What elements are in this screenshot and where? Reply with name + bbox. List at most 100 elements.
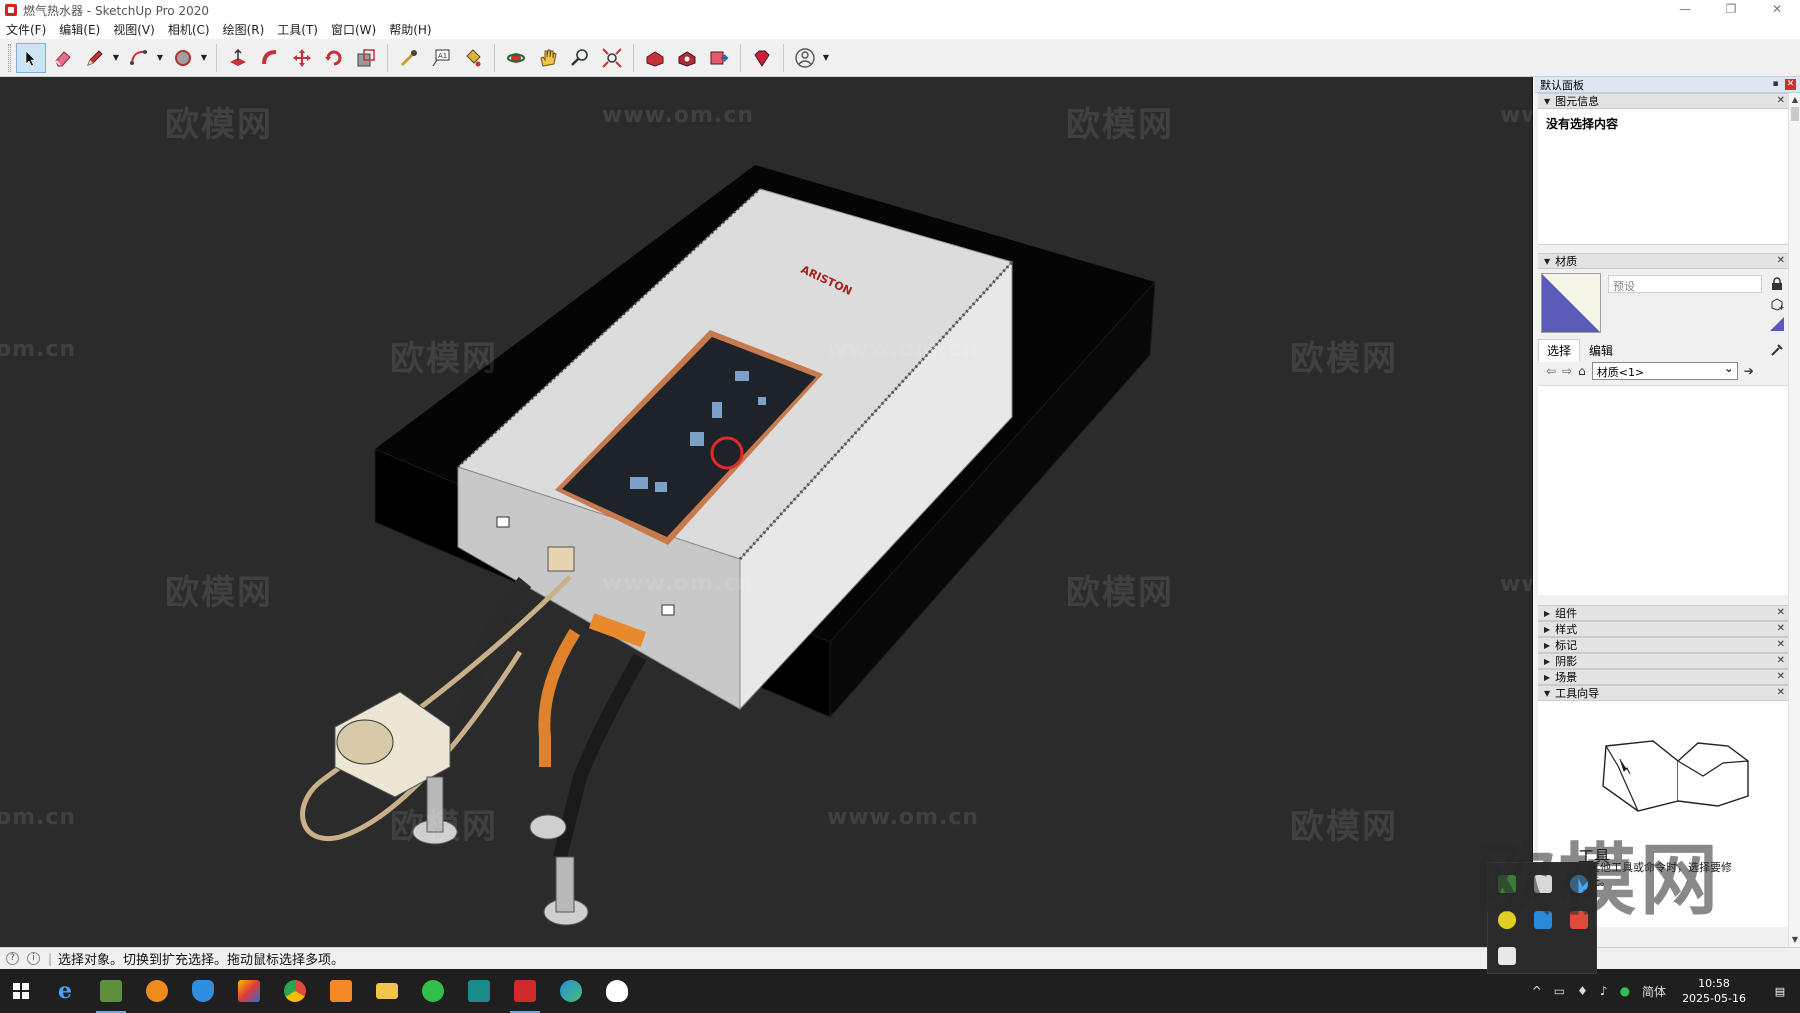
back-arrow-icon[interactable]: ⇦ (1546, 364, 1556, 378)
lock-icon[interactable] (1770, 277, 1784, 291)
volume-icon[interactable]: ♪ (1600, 984, 1608, 998)
minecraft-taskbar-icon[interactable] (88, 969, 134, 1013)
menu-draw[interactable]: 绘图(R) (223, 21, 265, 38)
edge-taskbar-icon[interactable] (548, 969, 594, 1013)
move-tool-button[interactable] (287, 43, 317, 73)
scroll-down-icon[interactable]: ▼ (1789, 933, 1800, 947)
arc-tool-button[interactable] (124, 43, 154, 73)
tab-edit[interactable]: 编辑 (1580, 339, 1622, 362)
scroll-up-icon[interactable]: ▲ (1789, 93, 1800, 107)
push-pull-tool-button[interactable] (223, 43, 253, 73)
security-shield-taskbar-icon[interactable] (180, 969, 226, 1013)
file-explorer-taskbar-icon[interactable] (364, 969, 410, 1013)
close-icon[interactable]: ✕ (1777, 639, 1785, 650)
3d-warehouse-button[interactable] (640, 43, 670, 73)
close-button[interactable]: ✕ (1754, 0, 1800, 20)
start-button[interactable] (0, 969, 42, 1013)
scenes-header[interactable]: ▶ 场景 ✕ (1538, 669, 1788, 685)
zoom-extents-tool-button[interactable] (597, 43, 627, 73)
shadows-header[interactable]: ▶ 阴影 ✕ (1538, 653, 1788, 669)
follow-me-tool-button[interactable] (255, 43, 285, 73)
menu-window[interactable]: 窗口(W) (331, 21, 376, 38)
extension-warehouse-button[interactable] (672, 43, 702, 73)
close-icon[interactable]: ✕ (1777, 255, 1785, 266)
arc-tool-dropdown[interactable]: ▼ (155, 43, 165, 73)
ruby-console-button[interactable] (747, 43, 777, 73)
instructor-header[interactable]: ▼ 工具向导 ✕ (1538, 685, 1788, 701)
wechat-tray-icon[interactable]: ● (1620, 984, 1630, 998)
line-tool-dropdown[interactable]: ▼ (111, 43, 121, 73)
pan-tool-button[interactable] (533, 43, 563, 73)
zoom-tool-button[interactable] (565, 43, 595, 73)
pin-icon[interactable]: ▪ (1770, 79, 1781, 90)
close-icon[interactable]: ✕ (1777, 687, 1785, 698)
menu-view[interactable]: 视图(V) (113, 21, 155, 38)
rotate-tool-button[interactable] (319, 43, 349, 73)
media-player-taskbar-icon[interactable] (134, 969, 180, 1013)
material-swatch[interactable] (1541, 273, 1601, 333)
qq-taskbar-icon[interactable] (594, 969, 640, 1013)
notification-center-icon[interactable]: ▤ (1760, 985, 1800, 998)
geo-location-icon[interactable]: ? (6, 952, 19, 965)
close-icon[interactable]: ✕ (1777, 655, 1785, 666)
material-library-select[interactable]: 材质<1> (1591, 361, 1738, 380)
chrome-taskbar-icon[interactable] (272, 969, 318, 1013)
model-viewport[interactable]: ARISTON 欧模网 www.om.cn 欧模网 w om.cn 欧模网 ww… (0, 77, 1533, 947)
scroll-thumb[interactable] (1791, 107, 1799, 121)
paint-bucket-tool-button[interactable] (458, 43, 488, 73)
scale-tool-button[interactable] (351, 43, 381, 73)
shapes-tool-dropdown[interactable]: ▼ (199, 43, 209, 73)
close-icon[interactable]: ✕ (1777, 607, 1785, 618)
app-tray-icon[interactable] (1498, 947, 1516, 965)
material-name-field[interactable]: 预设 (1608, 275, 1762, 293)
network-icon[interactable]: ▭ (1554, 984, 1565, 998)
default-material-icon[interactable] (1770, 317, 1784, 331)
eraser-tool-button[interactable] (48, 43, 78, 73)
home-icon[interactable]: ⌂ (1578, 364, 1586, 378)
sketchup-taskbar-icon[interactable] (502, 969, 548, 1013)
close-icon[interactable]: ✕ (1777, 671, 1785, 682)
entity-info-header[interactable]: ▼ 图元信息 ✕ (1538, 93, 1788, 109)
text-tool-button[interactable]: A1 (426, 43, 456, 73)
tab-select[interactable]: 选择 (1538, 339, 1581, 362)
wechat-taskbar-icon[interactable] (410, 969, 456, 1013)
info-icon[interactable]: i (27, 952, 40, 965)
ie-taskbar-icon[interactable]: e (42, 969, 88, 1013)
menu-file[interactable]: 文件(F) (6, 21, 46, 38)
usb-icon[interactable]: ♦ (1577, 984, 1588, 998)
close-icon[interactable]: ✕ (1777, 95, 1785, 106)
eyedropper-icon[interactable] (1770, 343, 1784, 357)
shapes-tool-button[interactable] (168, 43, 198, 73)
gallery-taskbar-icon[interactable] (318, 969, 364, 1013)
toolbar-grip[interactable] (8, 43, 11, 72)
line-tool-button[interactable] (80, 43, 110, 73)
3dsmax-taskbar-icon[interactable] (456, 969, 502, 1013)
tray-close-icon[interactable]: ✕ (1785, 79, 1796, 90)
menu-help[interactable]: 帮助(H) (389, 21, 431, 38)
forward-arrow-icon[interactable]: ⇨ (1562, 364, 1572, 378)
details-arrow-icon[interactable]: ➔ (1744, 364, 1754, 378)
send-to-layout-button[interactable] (704, 43, 734, 73)
menu-camera[interactable]: 相机(C) (168, 21, 210, 38)
materials-header[interactable]: ▼ 材质 ✕ (1538, 253, 1788, 269)
orbit-tool-button[interactable] (501, 43, 531, 73)
tray-scrollbar[interactable]: ▲ ▼ (1788, 93, 1800, 947)
video-player-taskbar-icon[interactable] (226, 969, 272, 1013)
select-tool-button[interactable] (16, 42, 46, 73)
account-button[interactable] (790, 43, 820, 73)
restore-button[interactable]: ❐ (1708, 0, 1754, 20)
ime-indicator[interactable]: 简体 (1642, 983, 1666, 1000)
tags-header[interactable]: ▶ 标记 ✕ (1538, 637, 1788, 653)
create-material-icon[interactable]: + (1770, 297, 1784, 311)
tape-measure-tool-button[interactable] (394, 43, 424, 73)
chevron-up-icon[interactable]: ^ (1532, 984, 1542, 998)
components-header[interactable]: ▶ 组件 ✕ (1538, 605, 1788, 621)
menu-tools[interactable]: 工具(T) (277, 21, 318, 38)
clock[interactable]: 10:58 2025-05-16 (1682, 976, 1746, 1006)
account-dropdown[interactable]: ▼ (821, 43, 831, 73)
menu-edit[interactable]: 编辑(E) (59, 21, 100, 38)
styles-header[interactable]: ▶ 样式 ✕ (1538, 621, 1788, 637)
material-list[interactable] (1538, 385, 1788, 595)
minimize-button[interactable]: — (1662, 0, 1708, 20)
close-icon[interactable]: ✕ (1777, 623, 1785, 634)
